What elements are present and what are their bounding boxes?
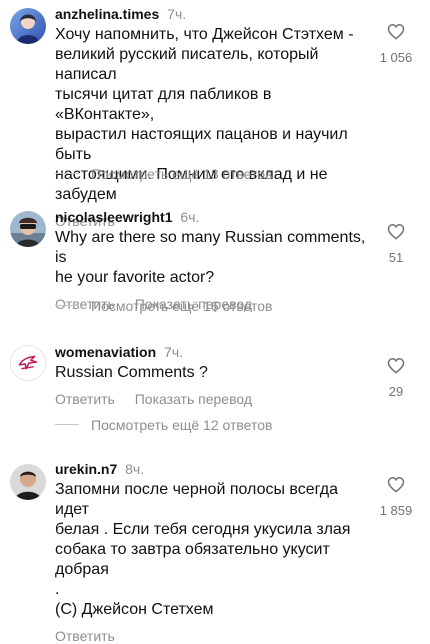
like-count: 29 xyxy=(388,384,404,399)
comment-body: womenaviation 7ч. Russian Comments ? Отв… xyxy=(55,343,375,407)
divider-line xyxy=(55,305,79,307)
comment-body: anzhelina.times 7ч. Хочу напомнить, что … xyxy=(55,5,375,229)
comment-text: Запомни после черной полосы всегда идет … xyxy=(55,481,351,618)
username[interactable]: urekin.n7 xyxy=(55,461,117,477)
heart-outline-icon[interactable] xyxy=(387,23,405,40)
view-more-replies[interactable]: Посмотреть ещё 16 ответов xyxy=(55,298,272,314)
username[interactable]: anzhelina.times xyxy=(55,6,159,22)
comment-actions: Ответить xyxy=(55,628,375,644)
comment-meta: nicolasleewright1 6ч. xyxy=(55,208,375,226)
comment-text: Why are there so many Russian comments, … xyxy=(55,229,366,286)
divider-line xyxy=(55,173,79,175)
reply-button[interactable]: Ответить xyxy=(55,391,115,407)
avatar[interactable] xyxy=(10,345,46,381)
like-block: 29 xyxy=(372,357,420,399)
like-count: 1 056 xyxy=(379,50,413,65)
username[interactable]: nicolasleewright1 xyxy=(55,209,172,225)
view-more-replies-label: Посмотреть ещё 12 ответов xyxy=(91,417,273,433)
view-more-replies-label: Посмотреть ещё 13 ответов xyxy=(91,166,273,182)
comment-body: urekin.n7 8ч. Запомни после черной полос… xyxy=(55,460,375,644)
comment-actions: Ответить Показать перевод xyxy=(55,391,375,407)
like-count: 1 859 xyxy=(379,503,413,518)
translate-button[interactable]: Показать перевод xyxy=(135,391,252,407)
heart-outline-icon[interactable] xyxy=(387,223,405,240)
like-block: 51 xyxy=(372,223,420,265)
view-more-replies[interactable]: Посмотреть ещё 13 ответов xyxy=(55,166,272,182)
avatar[interactable] xyxy=(10,211,46,247)
avatar[interactable] xyxy=(10,464,46,500)
heart-outline-icon[interactable] xyxy=(387,357,405,374)
reply-button[interactable]: Ответить xyxy=(55,628,115,644)
like-block: 1 056 xyxy=(372,23,420,65)
view-more-replies-label: Посмотреть ещё 16 ответов xyxy=(91,298,273,314)
divider-line xyxy=(55,424,79,426)
comment-meta: anzhelina.times 7ч. xyxy=(55,5,375,23)
aviation-logo-icon xyxy=(11,346,45,380)
like-block: 1 859 xyxy=(372,476,420,518)
heart-outline-icon[interactable] xyxy=(387,476,405,493)
timestamp: 6ч. xyxy=(180,209,200,225)
comment-meta: urekin.n7 8ч. xyxy=(55,460,375,478)
like-count: 51 xyxy=(388,250,404,265)
timestamp: 8ч. xyxy=(125,461,145,477)
username[interactable]: womenaviation xyxy=(55,344,156,360)
view-more-replies[interactable]: Посмотреть ещё 12 ответов xyxy=(55,417,272,433)
comment-body: nicolasleewright1 6ч. Why are there so m… xyxy=(55,208,375,312)
comment-text: Russian Comments ? xyxy=(55,364,208,381)
comment-meta: womenaviation 7ч. xyxy=(55,343,375,361)
timestamp: 7ч. xyxy=(164,344,184,360)
avatar[interactable] xyxy=(10,8,46,44)
timestamp: 7ч. xyxy=(167,6,187,22)
